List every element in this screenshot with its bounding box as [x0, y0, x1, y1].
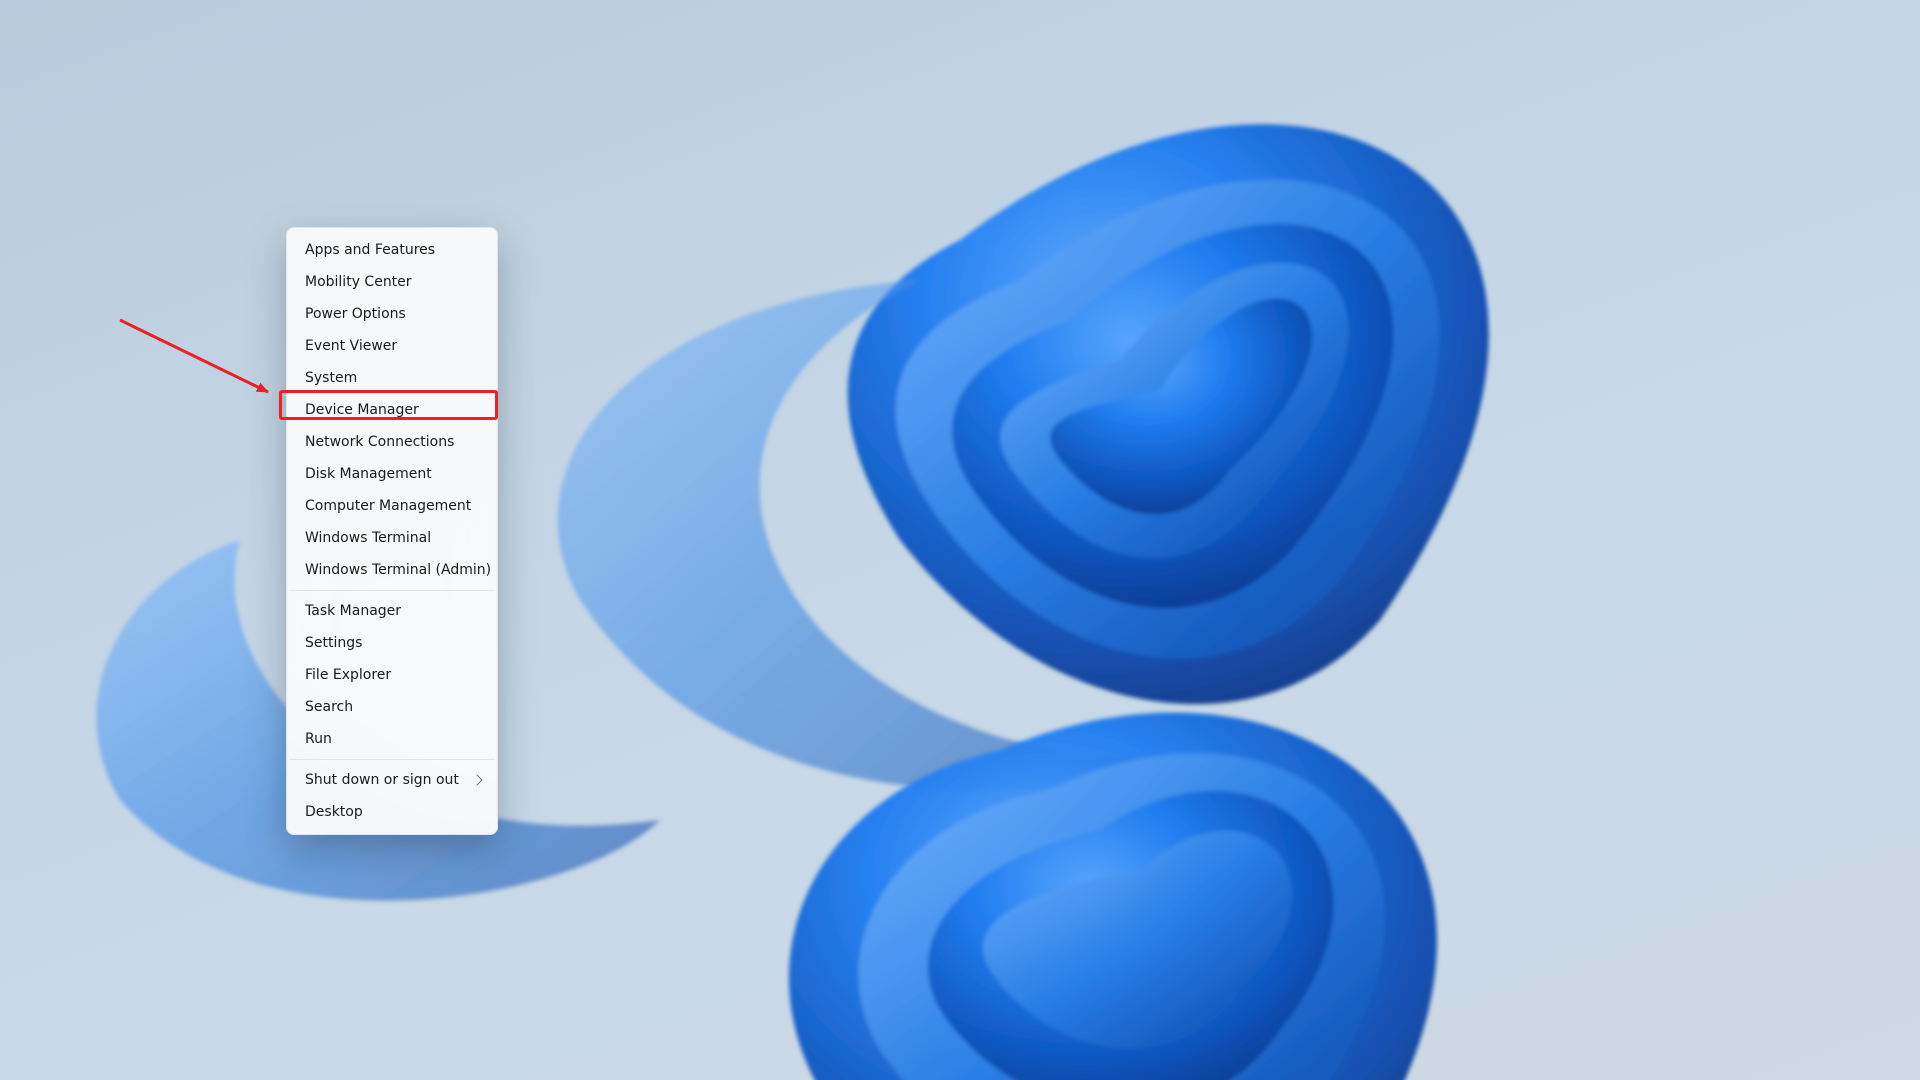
menu-item-label: Settings — [305, 635, 362, 651]
menu-item-label: Search — [305, 699, 353, 715]
menu-item-label: Windows Terminal (Admin) — [305, 562, 491, 578]
menu-item-computer-management[interactable]: Computer Management — [291, 490, 493, 522]
menu-item-label: Power Options — [305, 306, 406, 322]
menu-separator — [289, 590, 495, 591]
menu-item-settings[interactable]: Settings — [291, 627, 493, 659]
menu-item-label: File Explorer — [305, 667, 391, 683]
menu-item-label: System — [305, 370, 357, 386]
menu-item-label: Disk Management — [305, 466, 432, 482]
menu-item-label: Event Viewer — [305, 338, 397, 354]
menu-item-label: Shut down or sign out — [305, 772, 459, 788]
menu-item-windows-terminal[interactable]: Windows Terminal — [291, 522, 493, 554]
menu-item-label: Network Connections — [305, 434, 454, 450]
menu-separator — [289, 759, 495, 760]
menu-item-desktop-show[interactable]: Desktop — [291, 796, 493, 828]
menu-item-label: Computer Management — [305, 498, 471, 514]
menu-item-apps-and-features[interactable]: Apps and Features — [291, 234, 493, 266]
menu-item-mobility-center[interactable]: Mobility Center — [291, 266, 493, 298]
menu-item-label: Mobility Center — [305, 274, 412, 290]
menu-item-device-manager[interactable]: Device Manager — [291, 394, 493, 426]
chevron-right-icon — [471, 774, 482, 785]
menu-item-label: Desktop — [305, 804, 363, 820]
menu-item-event-viewer[interactable]: Event Viewer — [291, 330, 493, 362]
menu-item-system[interactable]: System — [291, 362, 493, 394]
menu-item-disk-management[interactable]: Disk Management — [291, 458, 493, 490]
menu-item-shut-down-or-sign-out[interactable]: Shut down or sign out — [291, 764, 493, 796]
menu-item-windows-terminal-admin[interactable]: Windows Terminal (Admin) — [291, 554, 493, 586]
menu-item-file-explorer[interactable]: File Explorer — [291, 659, 493, 691]
menu-item-label: Run — [305, 731, 332, 747]
menu-item-power-options[interactable]: Power Options — [291, 298, 493, 330]
menu-item-network-connections[interactable]: Network Connections — [291, 426, 493, 458]
winx-context-menu[interactable]: Apps and Features Mobility Center Power Op… — [286, 227, 498, 835]
menu-item-task-manager[interactable]: Task Manager — [291, 595, 493, 627]
menu-item-label: Device Manager — [305, 402, 419, 418]
menu-item-label: Windows Terminal — [305, 530, 431, 546]
menu-item-label: Apps and Features — [305, 242, 435, 258]
menu-item-run[interactable]: Run — [291, 723, 493, 755]
menu-item-label: Task Manager — [305, 603, 401, 619]
menu-item-search[interactable]: Search — [291, 691, 493, 723]
